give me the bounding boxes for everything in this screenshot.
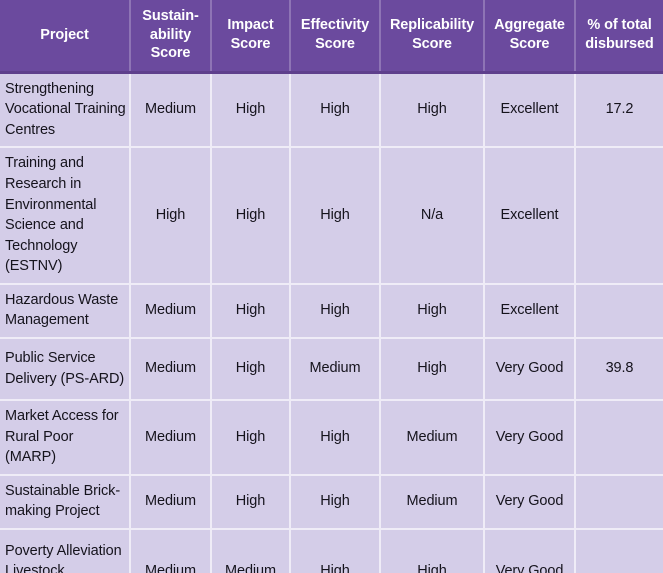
column-header-replicability-score: Replicability Score — [379, 0, 484, 73]
cell-effectivity: High — [289, 72, 380, 148]
cell-percent — [574, 399, 663, 475]
cell-impact: High — [210, 399, 290, 475]
table-row: Training and Research in Environmental S… — [0, 146, 663, 284]
column-header-project: Project — [0, 0, 130, 73]
cell-project: Hazardous Waste Management — [0, 282, 130, 338]
cell-replicability: High — [379, 527, 484, 573]
cell-effectivity: High — [289, 399, 380, 475]
table-row: Public Service Delivery (PS-ARD) Medium … — [0, 337, 663, 400]
cell-aggregate: Very Good — [483, 527, 575, 573]
column-header-replicability-line2: Score — [412, 35, 452, 52]
cell-percent: 39.8 — [574, 337, 663, 400]
cell-impact: High — [210, 146, 290, 284]
cell-sustainability: Medium — [129, 282, 211, 338]
column-header-impact-score: Impact Score — [210, 0, 290, 73]
table-row: Hazardous Waste Management Medium High H… — [0, 282, 663, 338]
cell-project: Poverty Alleviation Livestock Develpmt. … — [0, 527, 130, 573]
project-scores-table: Project Sustain- ability Score Impact Sc… — [0, 0, 663, 573]
cell-effectivity: Medium — [289, 337, 380, 400]
column-header-sustainability-line1: Sustain- — [142, 8, 199, 24]
cell-impact: High — [210, 337, 290, 400]
cell-aggregate: Excellent — [483, 72, 575, 148]
table-row: Sustainable Brick-making Project Medium … — [0, 473, 663, 529]
cell-impact: High — [210, 282, 290, 338]
header-row: Project Sustain- ability Score Impact Sc… — [0, 0, 663, 73]
cell-sustainability: Medium — [129, 399, 211, 475]
cell-replicability: N/a — [379, 146, 484, 284]
cell-replicability: Medium — [379, 473, 484, 529]
cell-impact: High — [210, 473, 290, 529]
cell-impact: High — [210, 72, 290, 148]
cell-project: Strengthening Vocational Training Centre… — [0, 72, 130, 148]
column-header-replicability-line1: Replicability — [389, 17, 475, 34]
cell-aggregate: Very Good — [483, 337, 575, 400]
cell-impact: Medium — [210, 527, 290, 573]
cell-sustainability: Medium — [129, 473, 211, 529]
column-header-impact-line2: Score — [230, 35, 271, 52]
column-header-effectivity-line1: Effectivity — [300, 17, 370, 34]
cell-project: Market Access for Rural Poor (MARP) — [0, 399, 130, 475]
table-row: Strengthening Vocational Training Centre… — [0, 72, 663, 148]
cell-sustainability: High — [129, 146, 211, 284]
scores-table-container: Project Sustain- ability Score Impact Sc… — [0, 0, 663, 573]
column-header-project-label: Project — [40, 26, 89, 43]
table-row: Poverty Alleviation Livestock Develpmt. … — [0, 527, 663, 573]
cell-project: Sustainable Brick-making Project — [0, 473, 130, 529]
table-header: Project Sustain- ability Score Impact Sc… — [0, 0, 663, 73]
table-body: Strengthening Vocational Training Centre… — [0, 72, 663, 573]
cell-effectivity: High — [289, 473, 380, 529]
cell-project: Training and Research in Environmental S… — [0, 146, 130, 284]
cell-percent: 17.2 — [574, 72, 663, 148]
column-header-sustainability-score: Sustain- ability Score — [129, 0, 211, 73]
cell-percent — [574, 473, 663, 529]
cell-replicability: High — [379, 72, 484, 148]
cell-effectivity: High — [289, 282, 380, 338]
cell-aggregate: Excellent — [483, 146, 575, 284]
cell-sustainability: Medium — [129, 337, 211, 400]
column-header-percent-line2: disbursed — [585, 35, 654, 52]
column-header-impact-line1: Impact — [227, 17, 274, 34]
cell-sustainability: Medium — [129, 527, 211, 573]
column-header-percent-line1: % of total — [587, 17, 652, 34]
cell-percent — [574, 527, 663, 573]
column-header-sustainability-line2: ability — [149, 26, 192, 43]
cell-aggregate: Excellent — [483, 282, 575, 338]
cell-replicability: Medium — [379, 399, 484, 475]
column-header-effectivity-line2: Score — [315, 35, 355, 52]
column-header-percent-disbursed: % of total disbursed — [574, 0, 663, 73]
cell-effectivity: High — [289, 146, 380, 284]
cell-project: Public Service Delivery (PS-ARD) — [0, 337, 130, 400]
cell-aggregate: Very Good — [483, 473, 575, 529]
cell-effectivity: High — [289, 527, 380, 573]
cell-percent — [574, 146, 663, 284]
cell-sustainability: Medium — [129, 72, 211, 148]
cell-aggregate: Very Good — [483, 399, 575, 475]
cell-percent — [574, 282, 663, 338]
column-header-aggregate-line1: Aggregate — [494, 17, 565, 34]
column-header-sustainability-line3: Score — [150, 45, 191, 62]
cell-replicability: High — [379, 337, 484, 400]
column-header-effectivity-score: Effectivity Score — [289, 0, 380, 73]
column-header-aggregate-line2: Score — [509, 35, 550, 52]
table-row: Market Access for Rural Poor (MARP) Medi… — [0, 399, 663, 475]
column-header-aggregate-score: Aggregate Score — [483, 0, 575, 73]
cell-replicability: High — [379, 282, 484, 338]
